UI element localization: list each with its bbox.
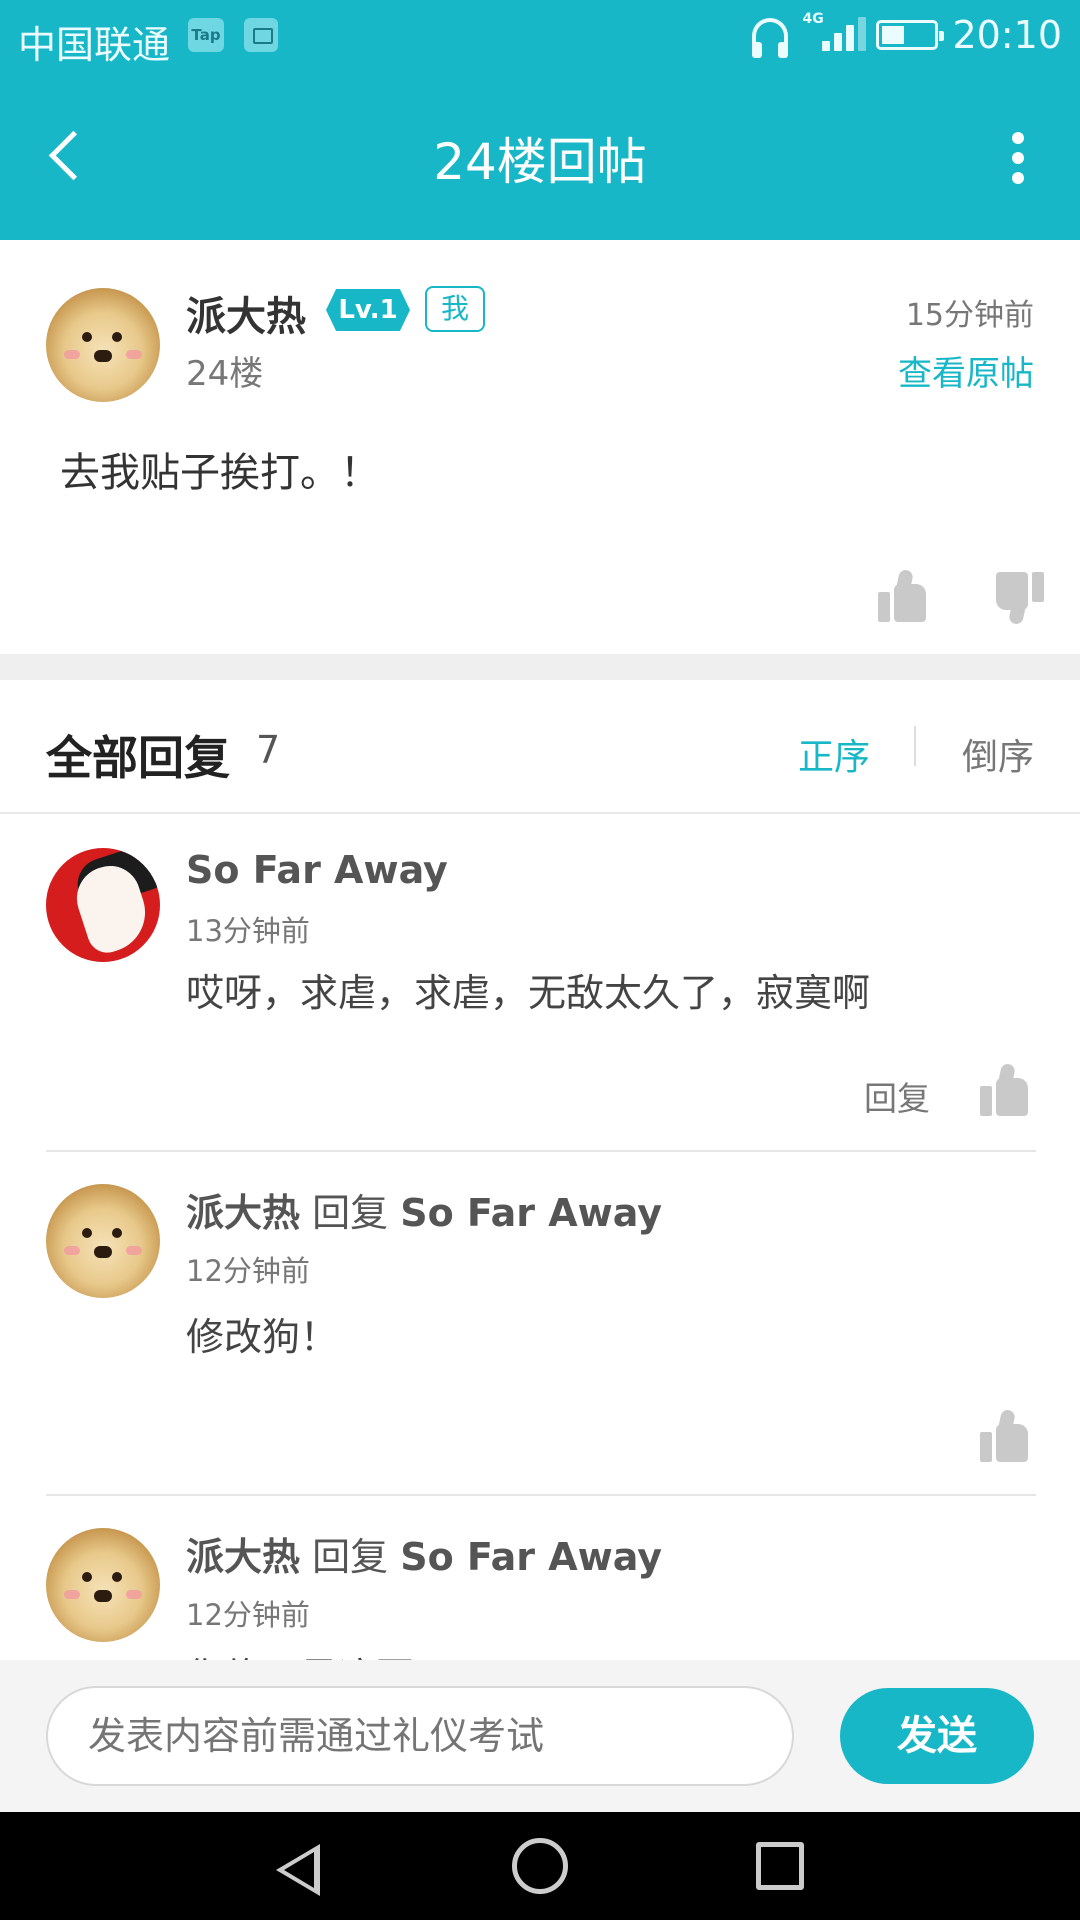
post-time: 15分钟前 <box>905 298 1034 333</box>
sort-divider <box>914 726 916 766</box>
nav-home-icon[interactable] <box>512 1838 568 1894</box>
nav-recents-icon[interactable] <box>756 1842 804 1890</box>
reply-input[interactable] <box>46 1686 794 1786</box>
reply-item: 派大热 回复 So Far Away 12分钟前 你修正是这要 <box>0 1496 1080 1660</box>
sort-desc-button[interactable]: 倒序 <box>962 728 1034 780</box>
app-bar: 24楼回帖 <box>0 70 1080 240</box>
reply-content: 修改狗！ <box>186 1315 339 1359</box>
sort-asc-button[interactable]: 正序 <box>798 728 870 780</box>
reply-connector: 回复 <box>312 1191 389 1235</box>
status-icons: 4G 20:10 <box>752 10 1062 60</box>
post-author-avatar[interactable] <box>46 288 160 402</box>
reply-composer: 发送 <box>0 1660 1080 1812</box>
reply-content: 你修正是这要 <box>186 1646 414 1660</box>
reply-author[interactable]: 派大热 <box>186 1191 300 1235</box>
thumbs-up-icon[interactable] <box>980 1062 1028 1116</box>
signal-icon: 4G <box>802 11 867 55</box>
reply-time: 13分钟前 <box>186 914 310 948</box>
level-badge: Lv.1 <box>326 289 410 331</box>
reply-target[interactable]: So Far Away <box>400 1191 662 1235</box>
reply-connector: 回复 <box>312 1535 389 1579</box>
nav-back-icon[interactable] <box>276 1844 320 1896</box>
reply-avatar[interactable] <box>46 1528 160 1642</box>
view-original-link[interactable]: 查看原帖 <box>898 346 1034 395</box>
status-time: 20:10 <box>952 13 1062 57</box>
replies-title: 全部回复 <box>46 731 230 785</box>
thumbs-up-icon[interactable] <box>980 1408 1028 1462</box>
post-author-name[interactable]: 派大热 <box>186 284 306 342</box>
network-type: 4G <box>802 11 824 27</box>
tap-app-icon: Tap <box>188 18 224 52</box>
send-button[interactable]: 发送 <box>840 1688 1034 1784</box>
post-floor: 24楼 <box>186 354 264 394</box>
reply-author[interactable]: 派大热 <box>186 1535 300 1579</box>
post-card: 派大热 Lv.1 我 24楼 15分钟前 查看原帖 去我贴子挨打。！ <box>0 240 1080 654</box>
thumbs-up-icon[interactable] <box>878 568 926 622</box>
page-title: 24楼回帖 <box>433 133 647 191</box>
system-nav-bar <box>0 1812 1080 1920</box>
me-badge: 我 <box>425 286 485 332</box>
reply-time: 12分钟前 <box>186 1254 310 1288</box>
reply-content: 哎呀，求虐，求虐，无敌太久了，寂寞啊 <box>186 971 871 1015</box>
more-options-icon[interactable] <box>1008 132 1028 192</box>
top-header: 中国联通 Tap 4G 20:10 24楼回帖 <box>0 0 1080 240</box>
reply-author[interactable]: So Far Away <box>186 848 448 892</box>
reply-time: 12分钟前 <box>186 1598 310 1632</box>
reply-avatar[interactable] <box>46 848 160 962</box>
thumbs-down-icon[interactable] <box>996 572 1044 626</box>
gallery-icon <box>244 18 278 52</box>
reply-item: So Far Away 13分钟前 哎呀，求虐，求虐，无敌太久了，寂寞啊 回复 <box>0 816 1080 1152</box>
replies-header: 全部回复 7 正序 倒序 <box>0 680 1080 814</box>
section-divider <box>0 654 1080 680</box>
battery-icon <box>876 20 945 50</box>
reply-target[interactable]: So Far Away <box>400 1535 662 1579</box>
battery-fill <box>882 26 905 44</box>
headphone-icon <box>752 18 789 58</box>
carrier-label: 中国联通 <box>18 23 171 67</box>
replies-count: 7 <box>256 728 281 772</box>
reply-item: 派大热 回复 So Far Away 12分钟前 修改狗！ <box>0 1152 1080 1496</box>
reply-button[interactable]: 回复 <box>864 1072 930 1120</box>
post-content: 去我贴子挨打。！ <box>60 450 380 496</box>
reply-avatar[interactable] <box>46 1184 160 1298</box>
status-bar: 中国联通 Tap 4G 20:10 <box>0 0 1080 70</box>
